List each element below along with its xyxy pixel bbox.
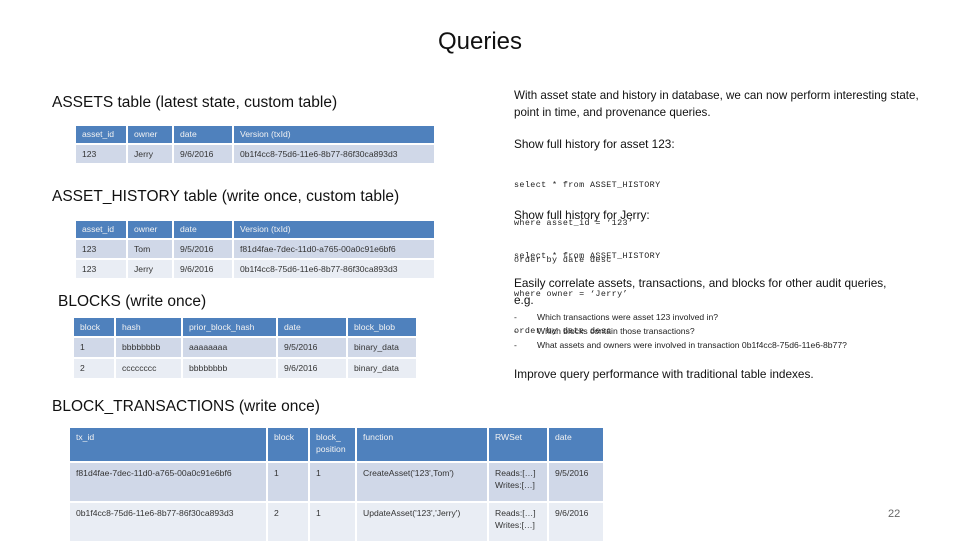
column-header: date [174,221,232,238]
table-cell: 2 [74,359,114,378]
table-cell: 1 [310,463,355,501]
table-cell: cccccccc [116,359,181,378]
correlate-bullets: - Which transactions were asset 123 invol… [514,310,894,352]
table-cell: Reads:[…] Writes:[…] [489,503,547,541]
column-header: block [268,428,308,461]
performance-text: Improve query performance with tradition… [514,367,814,381]
assets-table-title: ASSETS table (latest state, custom table… [52,94,338,111]
table-cell: 123 [76,145,126,163]
table-header-row: block hash prior_block_hash date block_blob [74,318,416,336]
table-row: 123 Jerry 9/6/2016 0b1f4cc8-75d6-11e6-8b77-… [76,145,434,163]
column-header: owner [128,221,172,238]
table-row: 0b1f4cc8-75d6-11e6-8b77-86f30ca893d3 2 1 Up… [70,503,603,541]
page-number: 22 [888,508,901,520]
table-cell: 1 [268,463,308,501]
column-header: date [549,428,603,461]
column-header: hash [116,318,181,336]
table-cell: 9/5/2016 [174,240,232,258]
table-cell: 9/5/2016 [278,338,346,357]
table-cell: CreateAsset('123',Tom') [357,463,487,501]
column-header: date [278,318,346,336]
table-header-row: asset_id owner date Version (txId) [76,221,434,238]
column-header: asset_id [76,221,126,238]
table-cell: bbbbbbbb [183,359,276,378]
table-cell: Jerry [128,145,172,163]
column-header: block_ position [310,428,355,461]
column-header: block_blob [348,318,416,336]
table-row: 2 cccccccc bbbbbbbb 9/6/2016 binary_data [74,359,416,378]
table-cell: aaaaaaaa [183,338,276,357]
table-cell: 0b1f4cc8-75d6-11e6-8b77-86f30ca893d3 [234,145,434,163]
table-cell: 9/6/2016 [549,503,603,541]
table-cell: 1 [310,503,355,541]
table-row: f81d4fae-7dec-11d0-a765-00a0c91e6bf6 1 1 Cr… [70,463,603,501]
blocks-table-title: BLOCKS (write once) [58,293,207,310]
asset-history-table: asset_id owner date Version (txId) 123 Tom 9/5… [74,219,436,280]
bullet-item: - Which transactions were asset 123 invol… [514,312,719,322]
table-header-row: asset_id owner date Version (txId) [76,126,434,143]
column-header: Version (txId) [234,126,434,143]
query-jerry-heading: Show full history for Jerry: [514,208,650,222]
table-cell: 2 [268,503,308,541]
bullet-item: - What assets and owners were involved in… [514,340,847,350]
block-transactions-table-title: BLOCK_TRANSACTIONS (write once) [52,398,320,415]
table-cell: binary_data [348,338,416,357]
table-row: 123 Jerry 9/6/2016 0b1f4cc8-75d6-11e6-8b77-… [76,260,434,278]
column-header: tx_id [70,428,266,461]
blocks-table: block hash prior_block_hash date block_blob 1… [72,316,418,380]
code-line: select * from ASSET_HISTORY [514,180,661,190]
column-header: prior_block_hash [183,318,276,336]
column-header: owner [128,126,172,143]
table-cell: Jerry [128,260,172,278]
correlate-section: Easily correlate assets, transactions, a… [514,275,894,352]
table-cell: 0b1f4cc8-75d6-11e6-8b77-86f30ca893d3 [70,503,266,541]
assets-table: asset_id owner date Version (txId) 123 Jerry 9… [74,124,436,165]
column-header: function [357,428,487,461]
dash-bullet-icon: - [514,326,517,336]
table-cell: binary_data [348,359,416,378]
table-cell: 0b1f4cc8-75d6-11e6-8b77-86f30ca893d3 [234,260,434,278]
table-cell: 123 [76,240,126,258]
column-header: block [74,318,114,336]
table-cell: 9/6/2016 [278,359,346,378]
table-header-row: tx_id block block_ position function RWSet da… [70,428,603,461]
bullet-item: - Which blocks contain those transactions… [514,326,695,336]
code-line: select * from ASSET_HISTORY [514,251,661,261]
table-cell: 1 [74,338,114,357]
table-cell: bbbbbbbb [116,338,181,357]
table-row: 123 Tom 9/5/2016 f81d4fae-7dec-11d0-a765-00… [76,240,434,258]
dash-bullet-icon: - [514,340,517,350]
table-cell: UpdateAsset('123','Jerry') [357,503,487,541]
column-header: RWSet [489,428,547,461]
block-transactions-table: tx_id block block_ position function RWSet da… [68,426,605,543]
slide-title: Queries [437,28,523,55]
table-cell: 9/6/2016 [174,145,232,163]
column-header: Version (txId) [234,221,434,238]
table-cell: f81d4fae-7dec-11d0-a765-00a0c91e6bf6 [234,240,434,258]
table-row: 1 bbbbbbbb aaaaaaaa 9/5/2016 binary_data [74,338,416,357]
table-cell: Reads:[…] Writes:[…] [489,463,547,501]
table-cell: 9/5/2016 [549,463,603,501]
dash-bullet-icon: - [514,312,517,322]
table-cell: Tom [128,240,172,258]
column-header: asset_id [76,126,126,143]
table-cell: 123 [76,260,126,278]
table-cell: 9/6/2016 [174,260,232,278]
asset-history-table-title: ASSET_HISTORY table (write once, custom … [52,188,400,205]
table-cell: f81d4fae-7dec-11d0-a765-00a0c91e6bf6 [70,463,266,501]
column-header: date [174,126,232,143]
query-asset-123-heading: Show full history for asset 123: [514,137,675,151]
intro-text: With asset state and history in database… [514,89,919,119]
correlate-heading: Easily correlate assets, transactions, a… [514,276,887,307]
